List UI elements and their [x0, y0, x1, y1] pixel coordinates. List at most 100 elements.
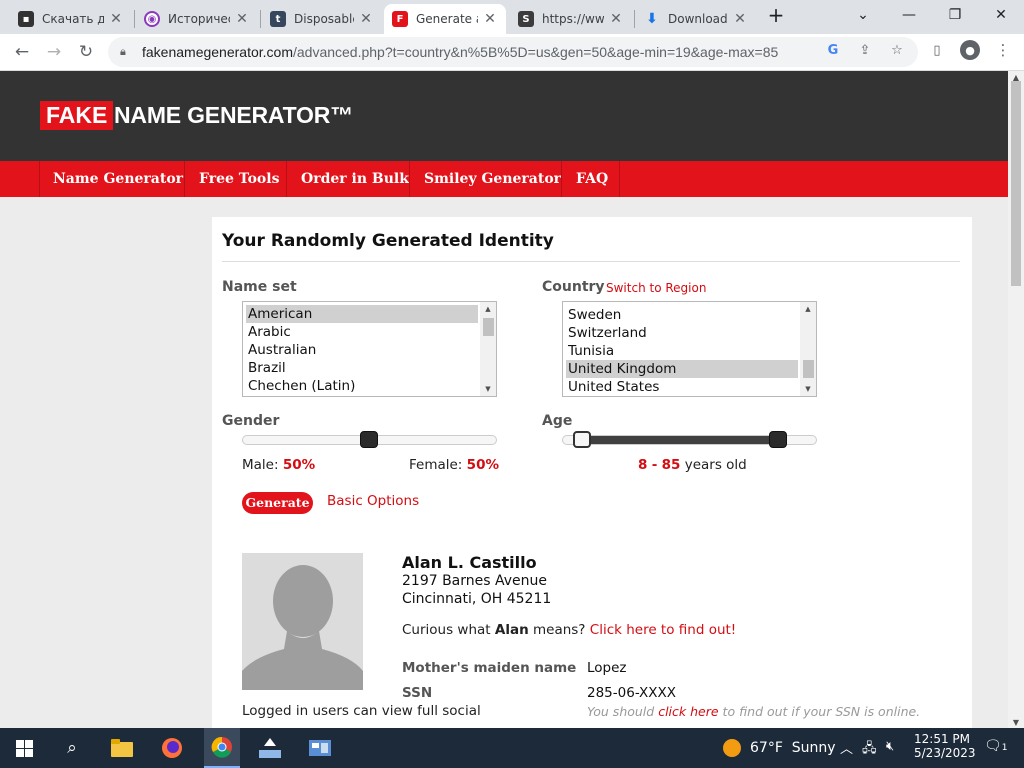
- weather-temp: 67°F: [750, 740, 783, 756]
- close-icon[interactable]: ✕: [608, 11, 624, 27]
- nav-name-generator[interactable]: Name Generator: [39, 161, 197, 197]
- scroll-down-arrow-icon[interactable]: ▼: [1008, 716, 1024, 728]
- gender-slider[interactable]: [242, 431, 497, 448]
- logo-text[interactable]: NAME GENERATOR™: [114, 101, 353, 130]
- age-slider-range: [583, 436, 779, 444]
- weather-sun-icon[interactable]: [716, 732, 748, 764]
- age-dash: -: [651, 457, 658, 473]
- new-tab-button[interactable]: +: [760, 0, 792, 30]
- search-icon[interactable]: ⌕: [56, 732, 88, 764]
- window-close-button[interactable]: ✕: [978, 0, 1024, 30]
- google-translate-icon[interactable]: G: [824, 41, 842, 59]
- nav-order-in-bulk[interactable]: Order in Bulk: [287, 161, 423, 197]
- close-icon[interactable]: ✕: [234, 11, 250, 27]
- nav-smiley-generator[interactable]: Smiley Generator: [410, 161, 575, 197]
- control-panel-icon[interactable]: [304, 732, 336, 764]
- age-slider[interactable]: [562, 431, 817, 448]
- close-icon[interactable]: ✕: [732, 11, 748, 27]
- site-nav: Name Generator Free Tools Order in Bulk …: [0, 161, 1008, 197]
- tab-3[interactable]: t Disposable ✕: [262, 4, 382, 34]
- list-item[interactable]: Switzerland: [566, 324, 798, 342]
- age-min-handle[interactable]: [573, 431, 591, 448]
- close-icon[interactable]: ✕: [358, 11, 374, 27]
- page-scroll-thumb[interactable]: [1011, 81, 1021, 286]
- clock[interactable]: 12:51 PM 5/23/2023: [914, 732, 976, 760]
- taskbar: ⌕ 67°F Sunny ︿ 🖧︎ 🔇︎ 12:51 PM 5/23/2023 …: [0, 728, 1024, 768]
- forward-button[interactable]: →: [40, 38, 68, 66]
- tab-2[interactable]: ◉ Историчес ✕: [136, 4, 258, 34]
- ssn-note-pre: You should: [587, 704, 655, 719]
- tab-6[interactable]: ⬇ Downloads ✕: [636, 4, 756, 34]
- share-icon[interactable]: ⇪: [856, 41, 874, 59]
- page-scrollbar[interactable]: ▲ ▼: [1008, 71, 1024, 728]
- page-title: Your Randomly Generated Identity: [222, 231, 554, 251]
- divider: [222, 261, 960, 262]
- logo-fake-badge[interactable]: FAKE: [40, 101, 114, 130]
- list-item[interactable]: Tunisia: [566, 342, 798, 360]
- list-item[interactable]: Sweden: [566, 306, 798, 324]
- tray-chevron-icon[interactable]: ︿: [840, 738, 853, 757]
- age-max-handle[interactable]: [769, 431, 787, 448]
- listbox-scrollbar[interactable]: ▲ ▼: [480, 302, 496, 396]
- list-item-selected[interactable]: United Kingdom: [566, 360, 798, 378]
- minimize-button[interactable]: —: [886, 0, 932, 30]
- windows-start-icon[interactable]: [8, 732, 40, 764]
- tab-separator: [260, 10, 261, 28]
- firefox-icon[interactable]: [156, 732, 188, 764]
- scroll-thumb[interactable]: [483, 318, 494, 336]
- fake-name-generator-icon: F: [392, 11, 408, 27]
- gender-label: Gender: [222, 413, 280, 429]
- list-item-selected[interactable]: American: [246, 305, 478, 323]
- scroll-thumb[interactable]: [803, 360, 814, 378]
- name-meaning-line: Curious what Alan means? Click here to f…: [402, 622, 736, 638]
- chrome-icon[interactable]: [204, 728, 240, 768]
- profile-avatar-icon[interactable]: ●: [960, 40, 980, 60]
- side-panel-icon[interactable]: ▯: [928, 41, 946, 59]
- installer-app-icon[interactable]: [254, 732, 286, 764]
- nav-free-tools[interactable]: Free Tools: [185, 161, 293, 197]
- bookmark-star-icon[interactable]: ☆: [888, 41, 906, 59]
- tumblr-icon: t: [270, 11, 286, 27]
- network-icon[interactable]: 🖧︎: [862, 739, 877, 761]
- address-bar[interactable]: 🔒︎ fakenamegenerator.com/advanced.php?t=…: [108, 37, 918, 67]
- weather-widget[interactable]: 67°F Sunny: [750, 740, 836, 756]
- notifications-icon[interactable]: 🗨︎1: [984, 738, 1008, 754]
- scroll-down-arrow-icon[interactable]: ▼: [480, 383, 496, 395]
- file-explorer-icon[interactable]: [106, 732, 138, 764]
- list-item[interactable]: Brazil: [246, 359, 478, 377]
- close-icon[interactable]: ✕: [108, 11, 124, 27]
- scroll-down-arrow-icon[interactable]: ▼: [800, 383, 816, 395]
- nav-faq[interactable]: FAQ: [562, 161, 622, 197]
- switch-to-region-link[interactable]: Switch to Region: [606, 281, 706, 295]
- list-item[interactable]: Chechen (Latin): [246, 377, 478, 395]
- scroll-up-arrow-icon[interactable]: ▲: [800, 303, 816, 315]
- reload-button[interactable]: ↻: [72, 38, 100, 66]
- basic-options-link[interactable]: Basic Options: [327, 493, 419, 509]
- menu-kebab-icon[interactable]: ⋮: [994, 41, 1012, 59]
- tab-4-active[interactable]: F Generate a ✕: [384, 4, 506, 34]
- url-text[interactable]: fakenamegenerator.com/advanced.php?t=cou…: [142, 44, 778, 60]
- tab-search-icon[interactable]: ⌄: [840, 0, 886, 30]
- list-item[interactable]: Australian: [246, 341, 478, 359]
- close-icon[interactable]: ✕: [482, 11, 498, 27]
- list-item[interactable]: Arabic: [246, 323, 478, 341]
- ssn-check-link[interactable]: click here: [658, 704, 718, 719]
- scroll-up-arrow-icon[interactable]: ▲: [480, 303, 496, 315]
- tab-5[interactable]: S https://ww ✕: [510, 4, 632, 34]
- name-set-listbox[interactable]: American Arabic Australian Brazil Cheche…: [242, 301, 497, 397]
- back-button[interactable]: ←: [8, 38, 36, 66]
- person-silhouette-icon: [242, 553, 363, 690]
- listbox-scrollbar[interactable]: ▲ ▼: [800, 302, 816, 396]
- generate-button[interactable]: Generate: [242, 492, 313, 514]
- tab-1[interactable]: ▪ Скачать ди ✕: [10, 4, 132, 34]
- first-name: Alan: [494, 622, 529, 638]
- browser-tab-bar: ▪ Скачать ди ✕ ◉ Историчес ✕ t Disposabl…: [0, 0, 1024, 34]
- country-listbox[interactable]: · Sweden Switzerland Tunisia United King…: [562, 301, 817, 397]
- notification-count: 1: [1001, 743, 1008, 753]
- maiden-name-value: Lopez: [587, 660, 627, 676]
- restore-button[interactable]: ❐: [932, 0, 978, 30]
- list-item[interactable]: United States: [566, 378, 798, 396]
- volume-muted-icon[interactable]: 🔇︎: [886, 739, 894, 754]
- gender-slider-handle[interactable]: [360, 431, 378, 448]
- name-meaning-link[interactable]: Click here to find out!: [590, 622, 736, 638]
